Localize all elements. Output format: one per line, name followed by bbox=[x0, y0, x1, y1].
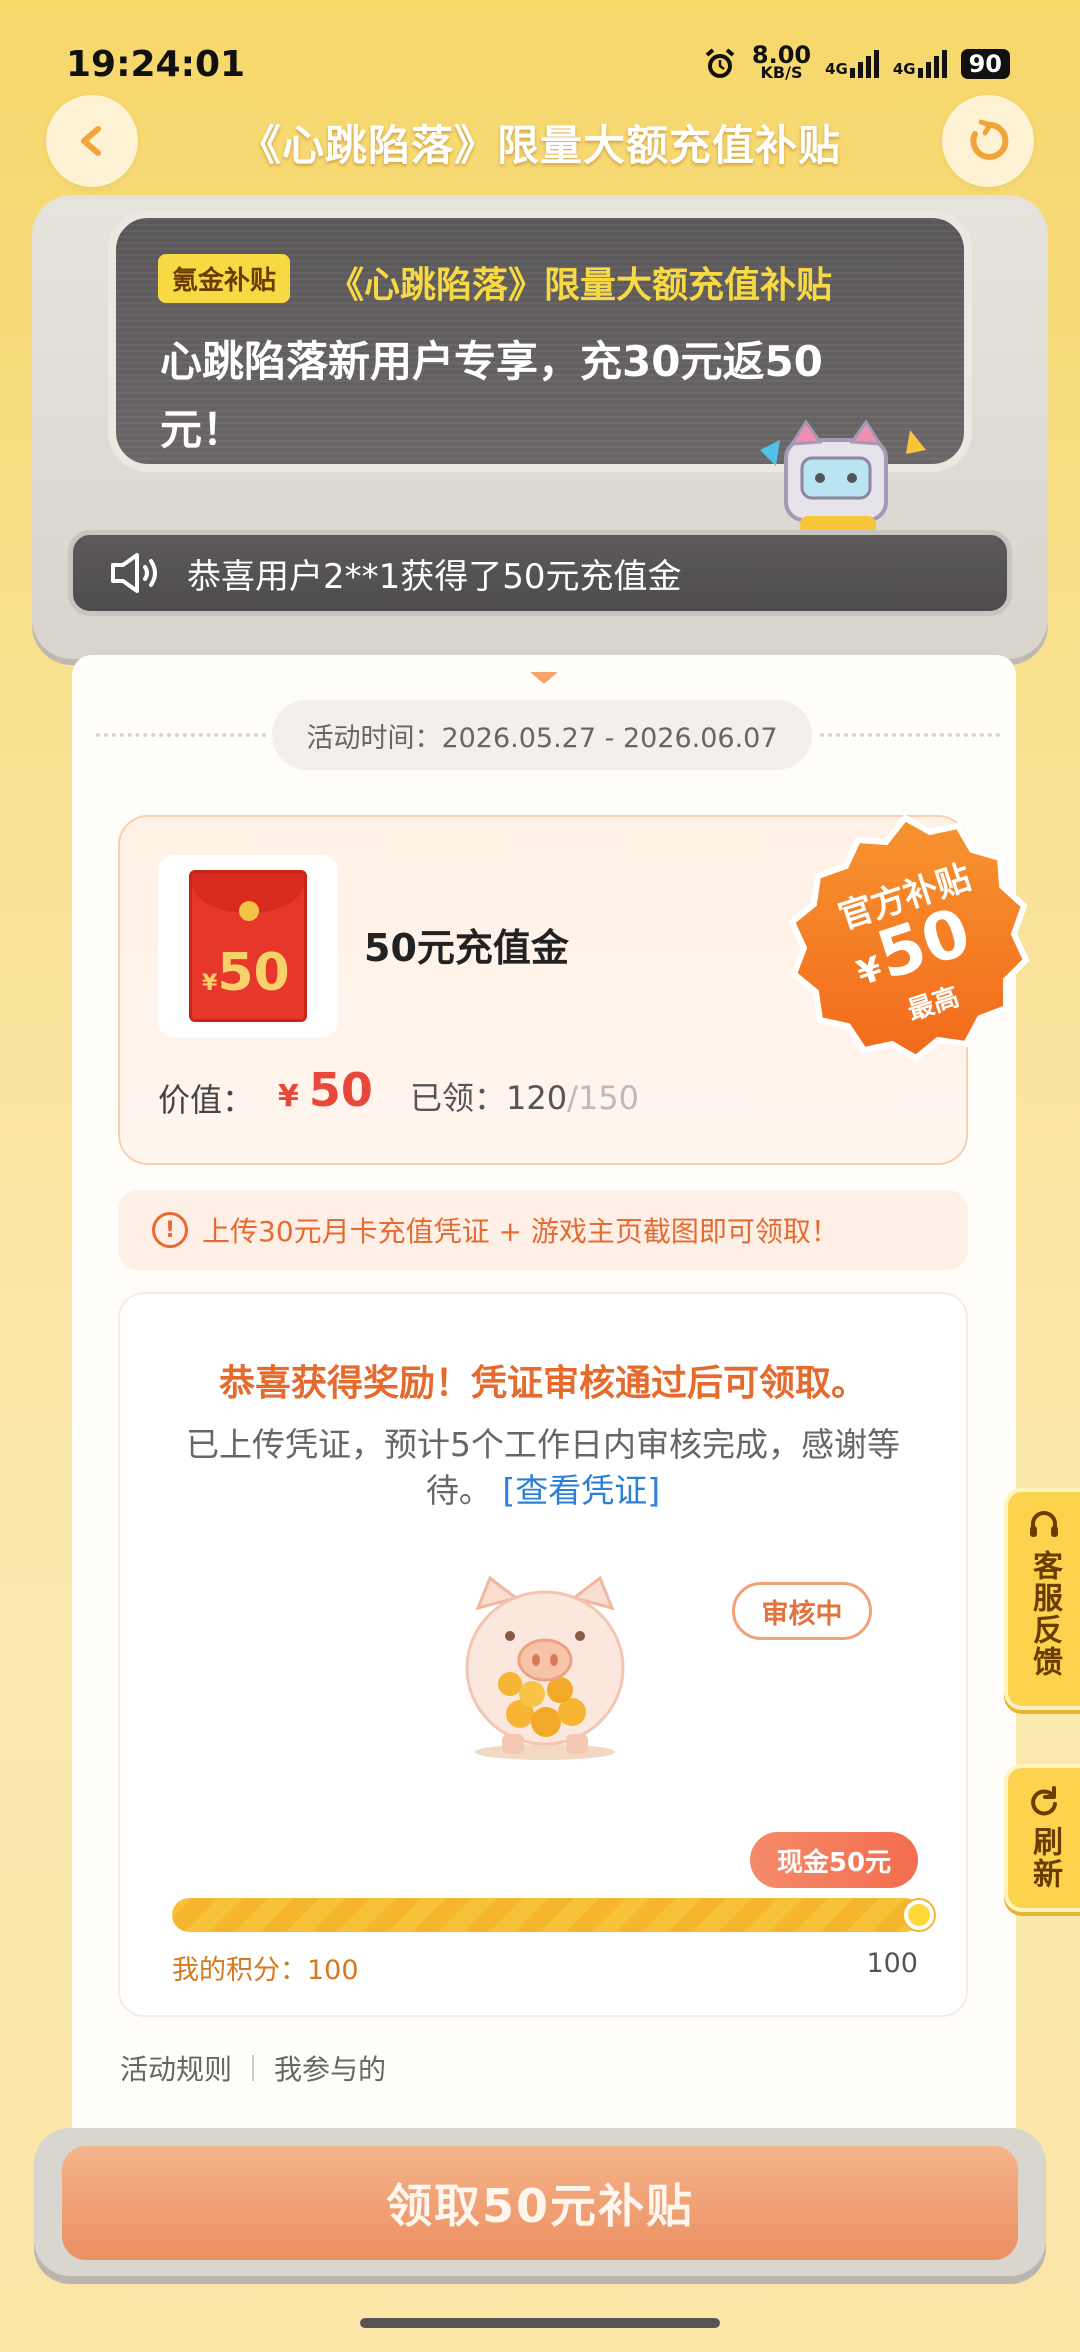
notice-text: 上传30元月卡充值凭证 + 游戏主页截图即可领取！ bbox=[202, 1215, 839, 1248]
page-title: 《心跳陷落》限量大额充值补贴 bbox=[238, 121, 841, 170]
winner-ticker: 恭喜用户2**1获得了50元充值金 bbox=[68, 530, 1012, 616]
refresh-label: 刷新 bbox=[1027, 1826, 1062, 1890]
refresh-icon bbox=[1031, 1786, 1057, 1816]
my-score: 我的积分：100 bbox=[172, 1955, 359, 1986]
my-participation-link[interactable]: 我参与的 bbox=[274, 2048, 386, 2088]
reload-button[interactable] bbox=[942, 95, 1034, 187]
alarm-clock-icon bbox=[705, 48, 735, 78]
status-bar: 19:24:01 8.00 KB/S 4G 4G 90 bbox=[0, 0, 1080, 100]
cash-reward-badge: 现金50元 bbox=[750, 1832, 918, 1888]
signal-2-icon: 4G bbox=[893, 50, 947, 78]
customer-feedback-button[interactable]: 客服反馈 bbox=[1004, 1488, 1080, 1710]
score-max: 100 bbox=[866, 1948, 918, 1979]
headset-icon bbox=[1030, 1511, 1058, 1537]
refresh-button[interactable]: 刷新 bbox=[1004, 1764, 1080, 1912]
divider bbox=[820, 733, 1000, 737]
review-status-badge: 审核中 bbox=[732, 1582, 872, 1640]
banner-title: 《心跳陷落》限量大额充值补贴 bbox=[328, 265, 833, 306]
caret-down-icon bbox=[530, 672, 558, 684]
view-voucher-link[interactable]: [查看凭证] bbox=[502, 1471, 660, 1510]
congrats-heading: 恭喜获得奖励！凭证审核通过后可领取。 bbox=[218, 1363, 867, 1404]
value-label: 价值： bbox=[158, 1081, 255, 1119]
status-description: 已上传凭证，预计5个工作日内审核完成，感谢等待。 [查看凭证] bbox=[186, 1425, 900, 1510]
feedback-label: 客服反馈 bbox=[1027, 1550, 1062, 1678]
status-icons: 8.00 KB/S 4G 4G 90 bbox=[702, 41, 1010, 82]
review-status-card: 恭喜获得奖励！凭证审核通过后可领取。 已上传凭证，预计5个工作日内审核完成，感谢… bbox=[118, 1292, 968, 2017]
score-progress-knob bbox=[904, 1900, 934, 1930]
score-progress-track bbox=[172, 1898, 922, 1932]
robot-cat-mascot-icon bbox=[760, 420, 926, 534]
activity-date: 活动时间：2026.05.27 - 2026.06.07 bbox=[272, 700, 812, 770]
header: 《心跳陷落》限量大额充值补贴 bbox=[0, 90, 1080, 200]
upload-notice: ! 上传30元月卡充值凭证 + 游戏主页截图即可领取！ bbox=[118, 1190, 968, 1270]
score-progress-fill bbox=[172, 1898, 922, 1932]
home-indicator[interactable] bbox=[360, 2318, 720, 2328]
net-speed: 8.00 KB/S bbox=[751, 41, 812, 82]
piggy-bank-icon bbox=[465, 1575, 625, 1760]
footer-links: 活动规则 我参与的 bbox=[120, 2048, 386, 2088]
warning-icon: ! bbox=[152, 1212, 188, 1248]
reward-thumbnail: ¥50 bbox=[158, 855, 338, 1037]
activity-rules-link[interactable]: 活动规则 bbox=[120, 2048, 232, 2088]
battery-indicator: 90 bbox=[960, 49, 1010, 79]
claim-subsidy-button[interactable]: 领取50元补贴 bbox=[62, 2146, 1018, 2260]
red-packet-icon: ¥50 bbox=[189, 870, 307, 1022]
reward-name: 50元充值金 bbox=[364, 926, 569, 970]
signal-1-icon: 4G bbox=[825, 50, 879, 78]
reload-icon bbox=[970, 119, 1009, 160]
official-subsidy-badge: 官方补贴 ¥ 50 最高 bbox=[788, 814, 1030, 1062]
status-time: 19:24:01 bbox=[66, 44, 246, 85]
ticker-text: 恭喜用户2**1获得了50元充值金 bbox=[187, 556, 682, 597]
speaker-icon bbox=[111, 553, 157, 593]
banner-tag: 氪金补贴 bbox=[158, 254, 291, 303]
divider bbox=[252, 2055, 255, 2081]
claimed-count: 已领：120/150 bbox=[410, 1079, 639, 1117]
reward-value: ¥50 bbox=[278, 1063, 373, 1117]
divider bbox=[96, 733, 266, 737]
